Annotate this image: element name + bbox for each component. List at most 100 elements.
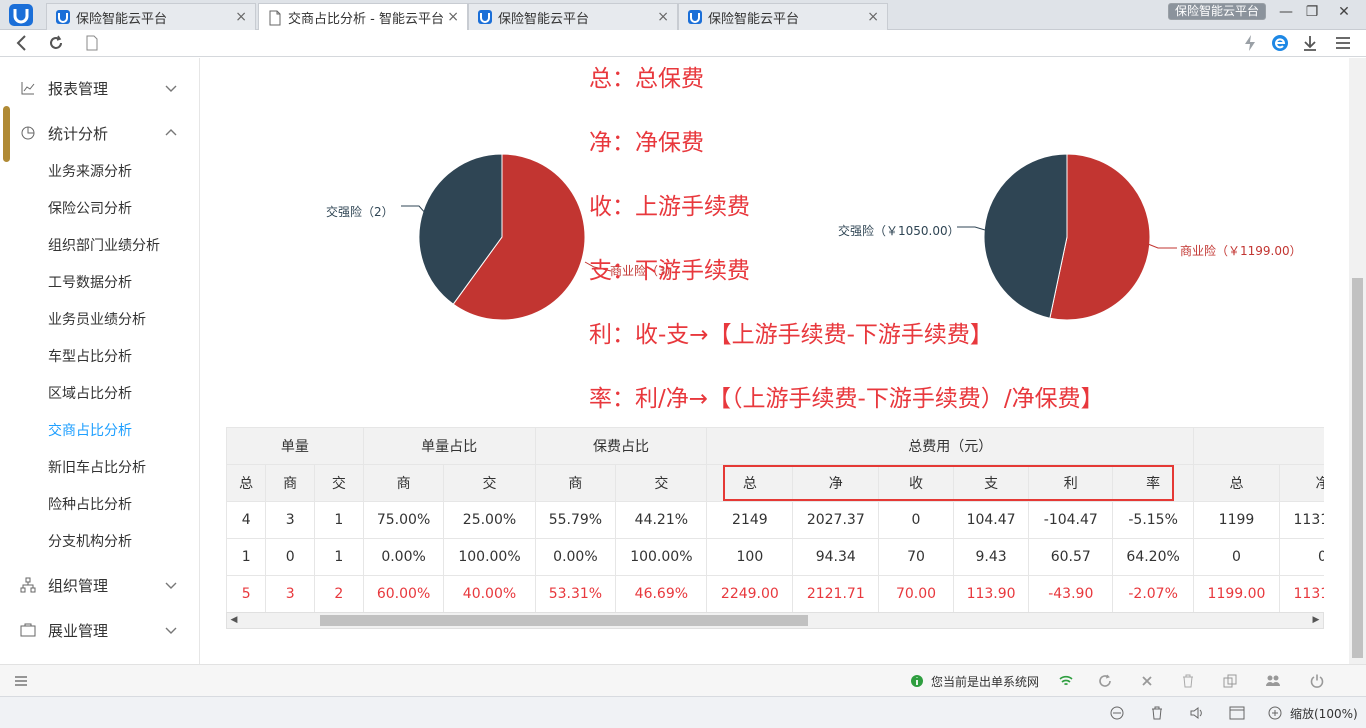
table-cell: 1131.14 [1278,501,1324,539]
menu-icon[interactable] [1333,33,1353,53]
pie-slice[interactable] [983,153,1068,319]
browser-logo-icon[interactable] [8,3,38,27]
column-header: 交 [314,464,364,502]
tab-close-icon[interactable]: × [867,9,879,25]
column-header: 商 [534,464,617,502]
chevron-down-icon [165,627,177,634]
tab-close-icon[interactable]: × [235,9,247,25]
sidebar-group-stats[interactable]: 统计分析 [0,120,200,146]
sidebar-item-dept-analysis[interactable]: 组织部门业绩分析 [48,236,160,256]
address-bar [0,30,1366,57]
scroll-left-icon[interactable]: ◀ [227,613,241,628]
maximize-button[interactable]: ❐ [1302,4,1322,20]
close-window-button[interactable]: ✕ [1334,4,1354,20]
table-row: 4 3 1 75.00% 25.00% 55.79% 44.21% 2149 2… [226,501,1324,539]
document-icon [269,10,281,25]
zoom-level-text[interactable]: 缩放(100%) [1290,705,1358,722]
table-cell: 2027.37 [792,501,880,539]
browser-tab[interactable]: 保险智能云平台 × [46,3,256,30]
table-cell: 0 [265,538,315,576]
clear-icon[interactable] [1148,704,1166,722]
sidebar-item-new-old-car[interactable]: 新旧车占比分析 [48,458,146,478]
group-header: 保费占比 [534,427,708,465]
sidebar-item-vehicle-type[interactable]: 车型占比分析 [48,347,132,367]
site-logo-icon [56,10,70,24]
table-cell: 100 [706,538,794,576]
site-logo-icon [478,10,492,24]
browser-tab[interactable]: 保险智能云平台 × [468,3,678,30]
site-logo-icon [688,10,702,24]
table-cell: 1 [314,501,364,539]
sidebar-item-insurance-type[interactable]: 险种占比分析 [48,495,132,515]
group-header: 单量 [226,427,364,465]
tab-title: 交商占比分析 - 智能云平台 [288,12,444,27]
table-cell: 100.00% [443,538,536,576]
table-cell: 44.21% [615,501,708,539]
sidebar-item-company-analysis[interactable]: 保险公司分析 [48,199,132,219]
trash-icon[interactable] [1180,673,1196,689]
table-cell: 0 [1278,538,1324,576]
data-table-container[interactable]: 单量 单量占比 保费占比 总费用（元） 总 商 交 商 交 商 交 总 净 收 … [226,427,1324,630]
download-icon[interactable] [1300,33,1320,53]
column-header: 利 [1028,464,1114,502]
window-icon[interactable] [1228,704,1246,722]
hamburger-icon[interactable] [13,673,29,689]
vertical-scrollbar[interactable] [1349,58,1366,664]
sidebar-item-branch[interactable]: 分支机构分析 [48,532,132,552]
network-status-text: 您当前是出单系统网 [931,675,1040,689]
annotation-line: 总：总保费 [589,66,704,92]
users-icon[interactable] [1265,673,1281,689]
copy-icon[interactable] [1222,673,1238,689]
scroll-right-icon[interactable]: ▶ [1309,613,1323,628]
sidebar-item-jiao-shang-ratio[interactable]: 交商占比分析 [48,421,132,441]
annotation-line: 支：下游手续费 [589,258,750,284]
refresh-icon[interactable] [46,33,66,53]
horizontal-scrollbar[interactable]: ◀ ▶ [226,612,1324,629]
sidebar-group-expand[interactable]: 展业管理 [0,617,200,643]
table-cell: 0 [878,501,954,539]
sidebar-group-label: 统计分析 [48,124,109,143]
table-cell: 70 [878,538,954,576]
column-header: 支 [952,464,1030,502]
table-cell: 1199 [1193,501,1280,539]
table-cell: 70.00 [878,575,954,613]
annotation-line: 率：利/净→【（上游手续费-下游手续费）/净保费】 [589,386,1104,412]
close-icon[interactable] [1139,673,1155,689]
tab-title: 保险智能云平台 [708,11,800,27]
column-header: 总 [226,464,267,502]
volume-icon[interactable] [1188,704,1206,722]
flash-icon[interactable] [1240,33,1260,53]
table-cell: 113.90 [952,575,1030,613]
pie-label-line [1147,243,1177,249]
briefcase-icon [20,623,36,637]
zoom-icon[interactable] [1266,704,1284,722]
scrollbar-thumb[interactable] [1352,278,1363,658]
ie-compat-icon[interactable] [1108,704,1126,722]
browser-tab[interactable]: 保险智能云平台 × [678,3,888,30]
browser-tab-active[interactable]: 交商占比分析 - 智能云平台 × [258,3,468,31]
table-cell: 40.00% [443,575,536,613]
table-cell: 2121.71 [792,575,880,613]
back-arrow-icon[interactable] [12,33,32,53]
sidebar-group-reports[interactable]: 报表管理 [0,75,200,101]
sidebar-group-org[interactable]: 组织管理 [0,572,200,598]
table-cell: 60.57 [1028,538,1114,576]
ie-mode-icon[interactable] [1270,33,1290,53]
brand-badge: 保险智能云平台 [1168,3,1266,20]
column-header: 总 [706,464,794,502]
table-cell: 0.00% [362,538,445,576]
minimize-button[interactable]: — [1276,4,1296,20]
sidebar-item-source-analysis[interactable]: 业务来源分析 [48,162,132,182]
sidebar-item-agent-analysis[interactable]: 业务员业绩分析 [48,310,146,330]
scrollbar-thumb[interactable] [320,615,808,626]
table-cell: 60.00% [362,575,445,613]
sidebar-item-jobno-analysis[interactable]: 工号数据分析 [48,273,132,293]
tab-close-icon[interactable]: × [657,9,669,25]
table-cell: 25.00% [443,501,536,539]
refresh-icon[interactable] [1097,673,1113,689]
sidebar-item-region[interactable]: 区域占比分析 [48,384,132,404]
power-icon[interactable] [1309,673,1325,689]
table-group-header-row: 单量 单量占比 保费占比 总费用（元） [226,427,1324,465]
annotation-line: 收：上游手续费 [589,194,750,220]
tab-close-icon[interactable]: × [447,9,459,25]
